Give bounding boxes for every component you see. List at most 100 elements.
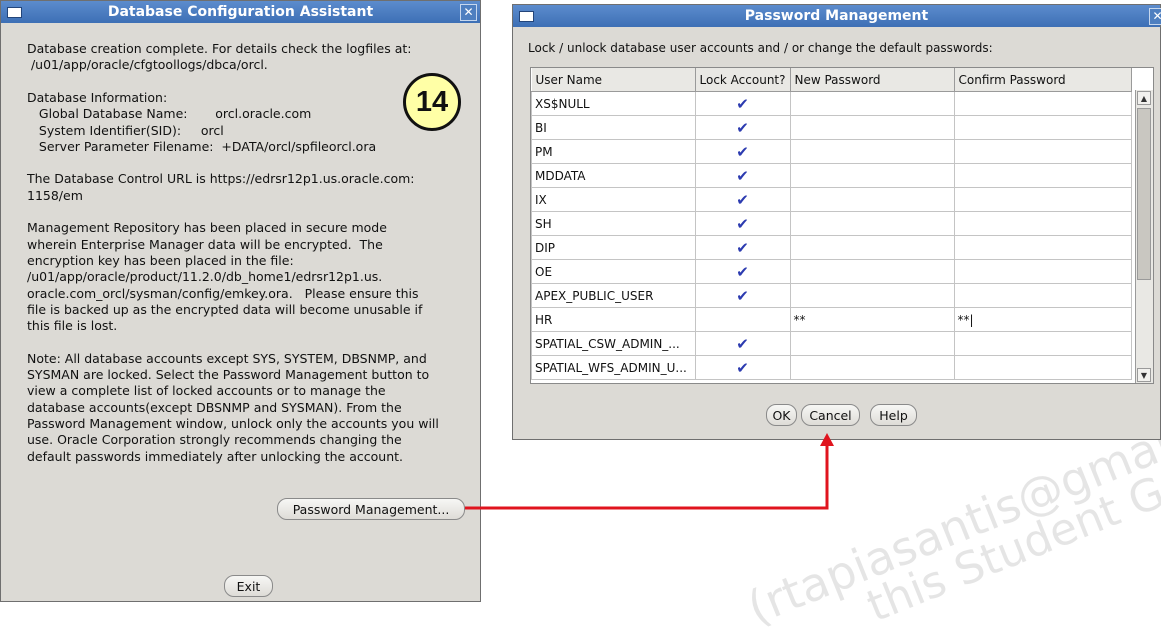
lock-account-checkbox[interactable]: ✔ <box>694 187 791 212</box>
dbca-message-line: The Database Control URL is https://edrs… <box>27 171 415 187</box>
user-name-cell: SPATIAL_CSW_ADMIN_... <box>531 331 696 356</box>
dbca-message-line: database accounts(except DBSNMP and SYSM… <box>27 399 402 415</box>
help-button[interactable]: Help <box>870 404 917 426</box>
new-password-field[interactable] <box>789 355 955 380</box>
confirm-password-field[interactable] <box>953 259 1132 284</box>
exit-button[interactable]: Exit <box>224 575 273 597</box>
dbca-message-line: view a complete list of locked accounts … <box>27 383 386 399</box>
user-name-cell: DIP <box>531 235 696 260</box>
user-name-cell: IX <box>531 187 696 212</box>
scroll-up-icon[interactable]: ▲ <box>1137 91 1151 105</box>
table-header-row: User Name Lock Account? New Password Con… <box>531 68 1132 92</box>
lock-account-checkbox[interactable] <box>694 307 791 332</box>
dbca-message-line: file is backed up as the encrypted data … <box>27 301 423 317</box>
password-management-button[interactable]: Password Management... <box>277 498 465 520</box>
dbca-message-line: /u01/app/oracle/cfgtoollogs/dbca/orcl. <box>27 57 268 73</box>
dbca-message-line: wherein Enterprise Manager data will be … <box>27 236 383 252</box>
confirm-password-field[interactable] <box>953 211 1132 236</box>
cancel-button[interactable]: Cancel <box>801 404 860 426</box>
table-row[interactable]: XS$NULL ✔ <box>531 91 1132 116</box>
dbca-message-line: default passwords immediately after unlo… <box>27 448 403 464</box>
table-row[interactable]: DIP ✔ <box>531 235 1132 260</box>
dbca-titlebar: Database Configuration Assistant ✕ <box>1 1 480 23</box>
dbca-message-line: Database Information: <box>27 89 168 105</box>
lock-account-checkbox[interactable]: ✔ <box>694 139 791 164</box>
accounts-table-body: XS$NULL ✔ BI ✔ PM ✔ MDDATA ✔ IX ✔ SH ✔ DIP ✔ OE ✔ APEX_P… <box>531 91 1132 380</box>
lock-account-checkbox[interactable]: ✔ <box>694 91 791 116</box>
pwd-title: Password Management <box>744 8 929 24</box>
ok-button[interactable]: OK <box>766 404 797 426</box>
table-row[interactable]: HR ** **| <box>531 307 1132 332</box>
table-row[interactable]: BI ✔ <box>531 115 1132 140</box>
pwd-titlebar: Password Management ✕ <box>513 5 1161 27</box>
vertical-scrollbar[interactable]: ▲ ▼ <box>1135 90 1153 383</box>
confirm-password-field[interactable] <box>953 139 1132 164</box>
dbca-message-line: Global Database Name: orcl.oracle.com <box>27 106 312 122</box>
confirm-password-field[interactable] <box>953 187 1132 212</box>
new-password-field[interactable] <box>789 331 955 356</box>
confirm-password-field[interactable] <box>953 91 1132 116</box>
close-icon[interactable]: ✕ <box>1149 8 1161 25</box>
new-password-field[interactable] <box>789 259 955 284</box>
new-password-field[interactable] <box>789 283 955 308</box>
dbca-message-line: Server Parameter Filename: +DATA/orcl/sp… <box>27 138 377 154</box>
confirm-password-field[interactable]: **| <box>953 307 1132 332</box>
table-row[interactable]: SPATIAL_CSW_ADMIN_... ✔ <box>531 331 1132 356</box>
scroll-down-icon[interactable]: ▼ <box>1137 368 1151 382</box>
column-header-confirm-password[interactable]: Confirm Password <box>954 68 1132 92</box>
lock-account-checkbox[interactable]: ✔ <box>694 235 791 260</box>
confirm-password-field[interactable] <box>953 163 1132 188</box>
column-header-lock-account[interactable]: Lock Account? <box>695 68 791 92</box>
column-header-new-password[interactable]: New Password <box>790 68 955 92</box>
table-row[interactable]: APEX_PUBLIC_USER ✔ <box>531 283 1132 308</box>
user-name-cell: XS$NULL <box>531 91 696 116</box>
lock-account-checkbox[interactable]: ✔ <box>694 211 791 236</box>
lock-account-checkbox[interactable]: ✔ <box>694 115 791 140</box>
table-row[interactable]: OE ✔ <box>531 259 1132 284</box>
lock-account-checkbox[interactable]: ✔ <box>694 259 791 284</box>
dbca-message-line: oracle.com_orcl/sysman/config/emkey.ora.… <box>27 285 419 301</box>
confirm-password-field[interactable] <box>953 355 1132 380</box>
confirm-password-field[interactable] <box>953 283 1132 308</box>
table-row[interactable]: SH ✔ <box>531 211 1132 236</box>
dbca-message-line: /u01/app/oracle/product/11.2.0/db_home1/… <box>27 269 383 285</box>
lock-account-checkbox[interactable]: ✔ <box>694 331 791 356</box>
new-password-field[interactable] <box>789 163 955 188</box>
new-password-field[interactable] <box>789 235 955 260</box>
window-menu-icon[interactable] <box>519 11 534 22</box>
dbca-message-line: 1158/em <box>27 187 83 203</box>
window-menu-icon[interactable] <box>7 7 22 18</box>
dbca-message-line: Password Management window, unlock only … <box>27 415 439 431</box>
new-password-field[interactable] <box>789 115 955 140</box>
lock-account-checkbox[interactable]: ✔ <box>694 355 791 380</box>
user-name-cell: HR <box>531 307 696 332</box>
new-password-field[interactable] <box>789 187 955 212</box>
confirm-password-field[interactable] <box>953 235 1132 260</box>
table-row[interactable]: IX ✔ <box>531 187 1132 212</box>
new-password-field[interactable] <box>789 91 955 116</box>
close-icon[interactable]: ✕ <box>460 4 477 21</box>
scrollbar-thumb[interactable] <box>1137 108 1151 280</box>
table-row[interactable]: PM ✔ <box>531 139 1132 164</box>
lock-account-checkbox[interactable]: ✔ <box>694 163 791 188</box>
confirm-password-field[interactable] <box>953 115 1132 140</box>
table-row[interactable]: SPATIAL_WFS_ADMIN_U... ✔ <box>531 355 1132 380</box>
accounts-table: User Name Lock Account? New Password Con… <box>531 68 1132 380</box>
user-name-cell: MDDATA <box>531 163 696 188</box>
user-name-cell: OE <box>531 259 696 284</box>
dbca-message-line: use. Oracle Corporation strongly recomme… <box>27 432 402 448</box>
user-name-cell: BI <box>531 115 696 140</box>
new-password-field[interactable] <box>789 211 955 236</box>
column-header-user-name[interactable]: User Name <box>531 68 696 92</box>
confirm-password-field[interactable] <box>953 331 1132 356</box>
step-badge: 14 <box>403 73 461 131</box>
user-name-cell: SPATIAL_WFS_ADMIN_U... <box>531 355 696 380</box>
new-password-field[interactable] <box>789 139 955 164</box>
dbca-message-line: encryption key has been placed in the fi… <box>27 252 294 268</box>
dbca-message-line: Database creation complete. For details … <box>27 41 412 56</box>
new-password-field[interactable]: ** <box>789 307 955 332</box>
dbca-message-line: SYSMAN are locked. Select the Password M… <box>27 367 430 382</box>
lock-account-checkbox[interactable]: ✔ <box>694 283 791 308</box>
user-name-cell: SH <box>531 211 696 236</box>
table-row[interactable]: MDDATA ✔ <box>531 163 1132 188</box>
